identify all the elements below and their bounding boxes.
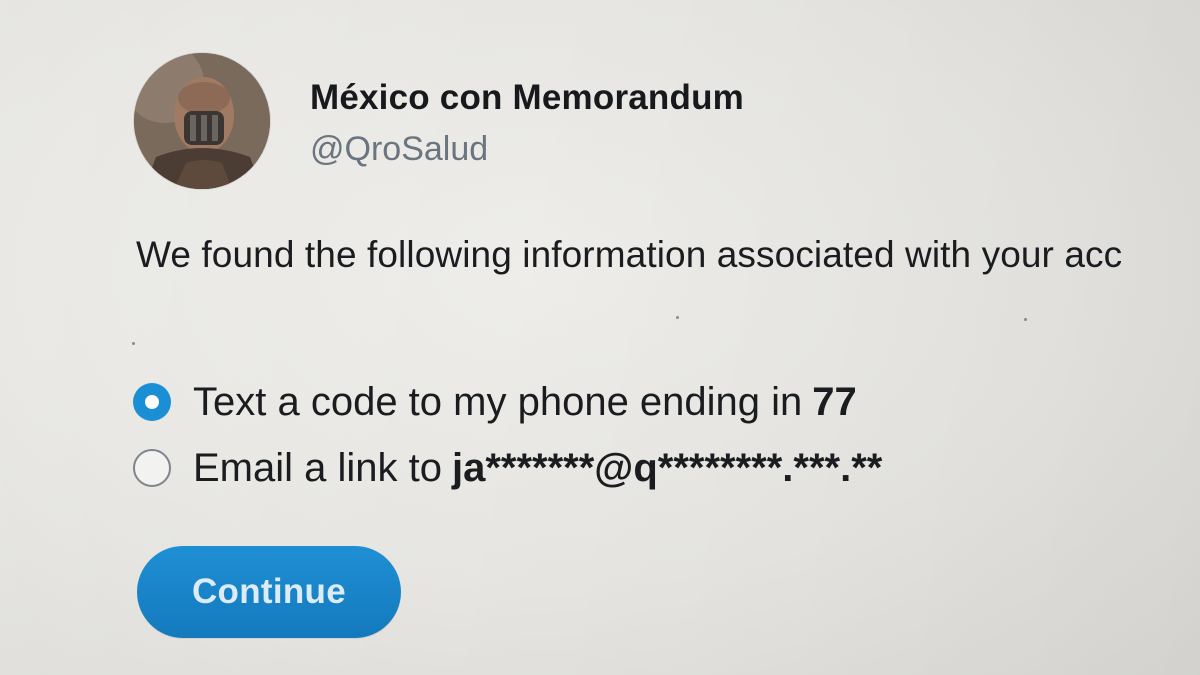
option-email-link-label: Email a link to: [193, 445, 442, 490]
account-handle: @QroSalud: [310, 130, 489, 168]
radio-selected-icon[interactable]: [133, 383, 171, 421]
screen-speck: [676, 316, 679, 319]
screen-speck: [132, 342, 135, 345]
option-email-link[interactable]: Email a link to ja*******@q********.***.…: [133, 444, 882, 492]
option-masked-email: ja*******@q********.***.**: [451, 445, 883, 490]
account-identity: México con Memorandum @QroSalud: [310, 53, 744, 169]
display-name: México con Memorandum: [310, 78, 744, 117]
option-text-code[interactable]: Text a code to my phone ending in 77: [133, 378, 882, 426]
verification-options: Text a code to my phone ending in 77 Ema…: [133, 378, 882, 510]
continue-button[interactable]: Continue: [137, 546, 401, 638]
option-phone-ending: 77: [812, 379, 857, 424]
info-message: We found the following information assoc…: [136, 234, 1123, 275]
screen-speck: [1024, 318, 1027, 321]
radio-unselected-icon[interactable]: [133, 449, 171, 487]
option-text-code-label: Text a code to my phone ending in: [193, 379, 803, 424]
account-profile: México con Memorandum @QroSalud: [134, 53, 744, 189]
profile-photo-icon: [134, 53, 270, 189]
avatar: [134, 53, 270, 189]
